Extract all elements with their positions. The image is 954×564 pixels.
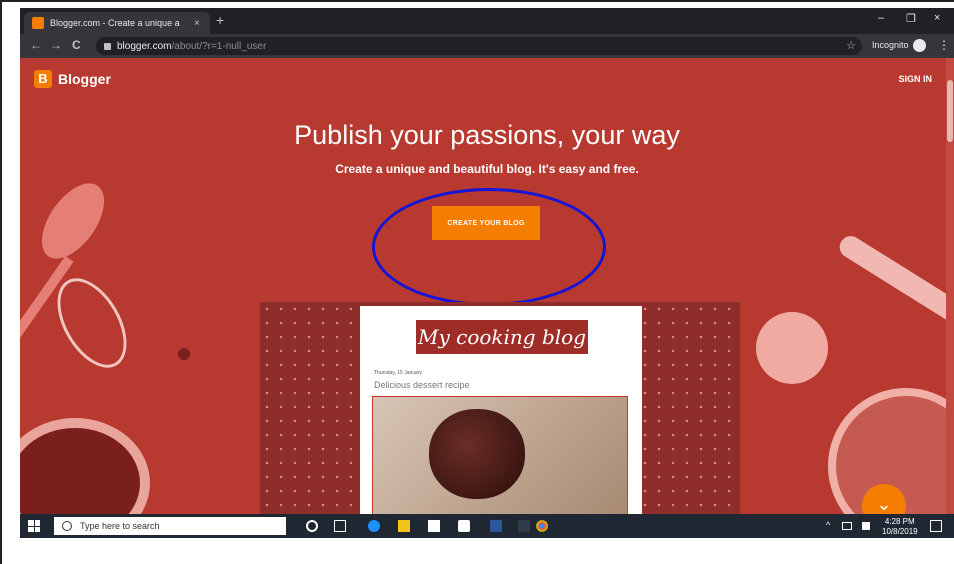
taskbar-search-box[interactable]: Type here to search: [54, 517, 286, 535]
browser-titlebar: Blogger.com - Create a unique a × + – ❐ …: [20, 8, 954, 34]
restore-button[interactable]: ❐: [906, 12, 916, 25]
dessert-image: [429, 409, 525, 499]
browser-menu-button[interactable]: ⋮: [938, 38, 950, 52]
rolling-pin-icon: [835, 231, 954, 331]
app-icon[interactable]: [518, 520, 530, 532]
page-headline: Publish your passions, your way: [294, 120, 680, 150]
tab-title: Blogger.com - Create a unique a: [50, 18, 180, 28]
close-window-button[interactable]: ×: [934, 12, 940, 24]
taskbar-search-placeholder: Type here to search: [80, 521, 160, 531]
clock-time: 4:28 PM: [884, 517, 915, 526]
blogger-logo-icon[interactable]: B: [34, 70, 52, 88]
spoon-icon: [29, 172, 117, 270]
pitcher-icon: [756, 312, 828, 384]
url-path: /about/?r=1-null_user: [171, 40, 267, 52]
screenshot-frame: Blogger.com - Create a unique a × + – ❐ …: [0, 0, 954, 564]
incognito-label: Incognito: [872, 40, 909, 50]
task-view-icon[interactable]: [334, 520, 346, 532]
page-scrollbar[interactable]: [946, 58, 954, 514]
file-explorer-icon[interactable]: [398, 520, 410, 532]
new-tab-button[interactable]: +: [216, 12, 224, 28]
tab-close-icon[interactable]: ×: [194, 18, 200, 29]
forward-button[interactable]: →: [50, 38, 62, 52]
cortana-icon[interactable]: [306, 520, 318, 532]
url-host: blogger.com: [117, 40, 172, 52]
windows-start-icon[interactable]: [28, 520, 40, 532]
search-icon: [62, 521, 72, 531]
reload-button[interactable]: C: [72, 38, 81, 52]
store-icon[interactable]: [428, 520, 440, 532]
notifications-icon[interactable]: [930, 520, 942, 532]
cherry-icon: [178, 348, 190, 360]
browser-tab[interactable]: Blogger.com - Create a unique a ×: [24, 12, 210, 34]
browser-toolbar: ← → C blogger.com /about/?r=1-null_user …: [20, 34, 954, 58]
edge-icon[interactable]: [368, 520, 380, 532]
preview-post-title: Delicious dessert recipe: [374, 380, 470, 390]
screen: Blogger.com - Create a unique a × + – ❐ …: [20, 8, 954, 538]
sign-in-link[interactable]: SIGN IN: [898, 74, 932, 84]
mail-icon[interactable]: [458, 520, 470, 532]
preview-post-date: Thursday, 15 January: [374, 370, 422, 376]
windows-taskbar: Type here to search ^ 4:28 PM 10/8/2019: [20, 514, 954, 538]
chrome-icon[interactable]: [536, 520, 548, 532]
word-icon[interactable]: [490, 520, 502, 532]
back-button[interactable]: ←: [30, 38, 42, 52]
taskbar-clock[interactable]: 4:28 PM 10/8/2019: [882, 517, 918, 537]
blogger-page: B Blogger SIGN IN Publish your passions,…: [20, 58, 954, 514]
page-subline: Create a unique and beautiful blog. It's…: [335, 162, 639, 176]
clock-date: 10/8/2019: [882, 527, 918, 536]
lock-icon: [104, 42, 111, 50]
annotation-circle: [372, 188, 606, 306]
blogger-brand[interactable]: Blogger: [58, 71, 111, 87]
scrollbar-thumb[interactable]: [947, 80, 953, 142]
address-bar[interactable]: blogger.com /about/?r=1-null_user ☆: [96, 37, 862, 55]
minimize-button[interactable]: –: [878, 12, 884, 24]
blog-preview-card: My cooking blog Thursday, 15 January Del…: [360, 306, 642, 514]
preview-post-image: [372, 396, 628, 514]
volume-icon[interactable]: [862, 522, 870, 530]
network-icon[interactable]: [842, 522, 852, 530]
tray-chevron-icon[interactable]: ^: [826, 520, 830, 530]
incognito-icon[interactable]: [913, 39, 926, 52]
blogger-favicon-icon: [32, 17, 44, 29]
preview-blog-title: My cooking blog: [416, 320, 588, 354]
bookmark-star-icon[interactable]: ☆: [846, 39, 856, 52]
bowl-icon: [20, 418, 150, 514]
